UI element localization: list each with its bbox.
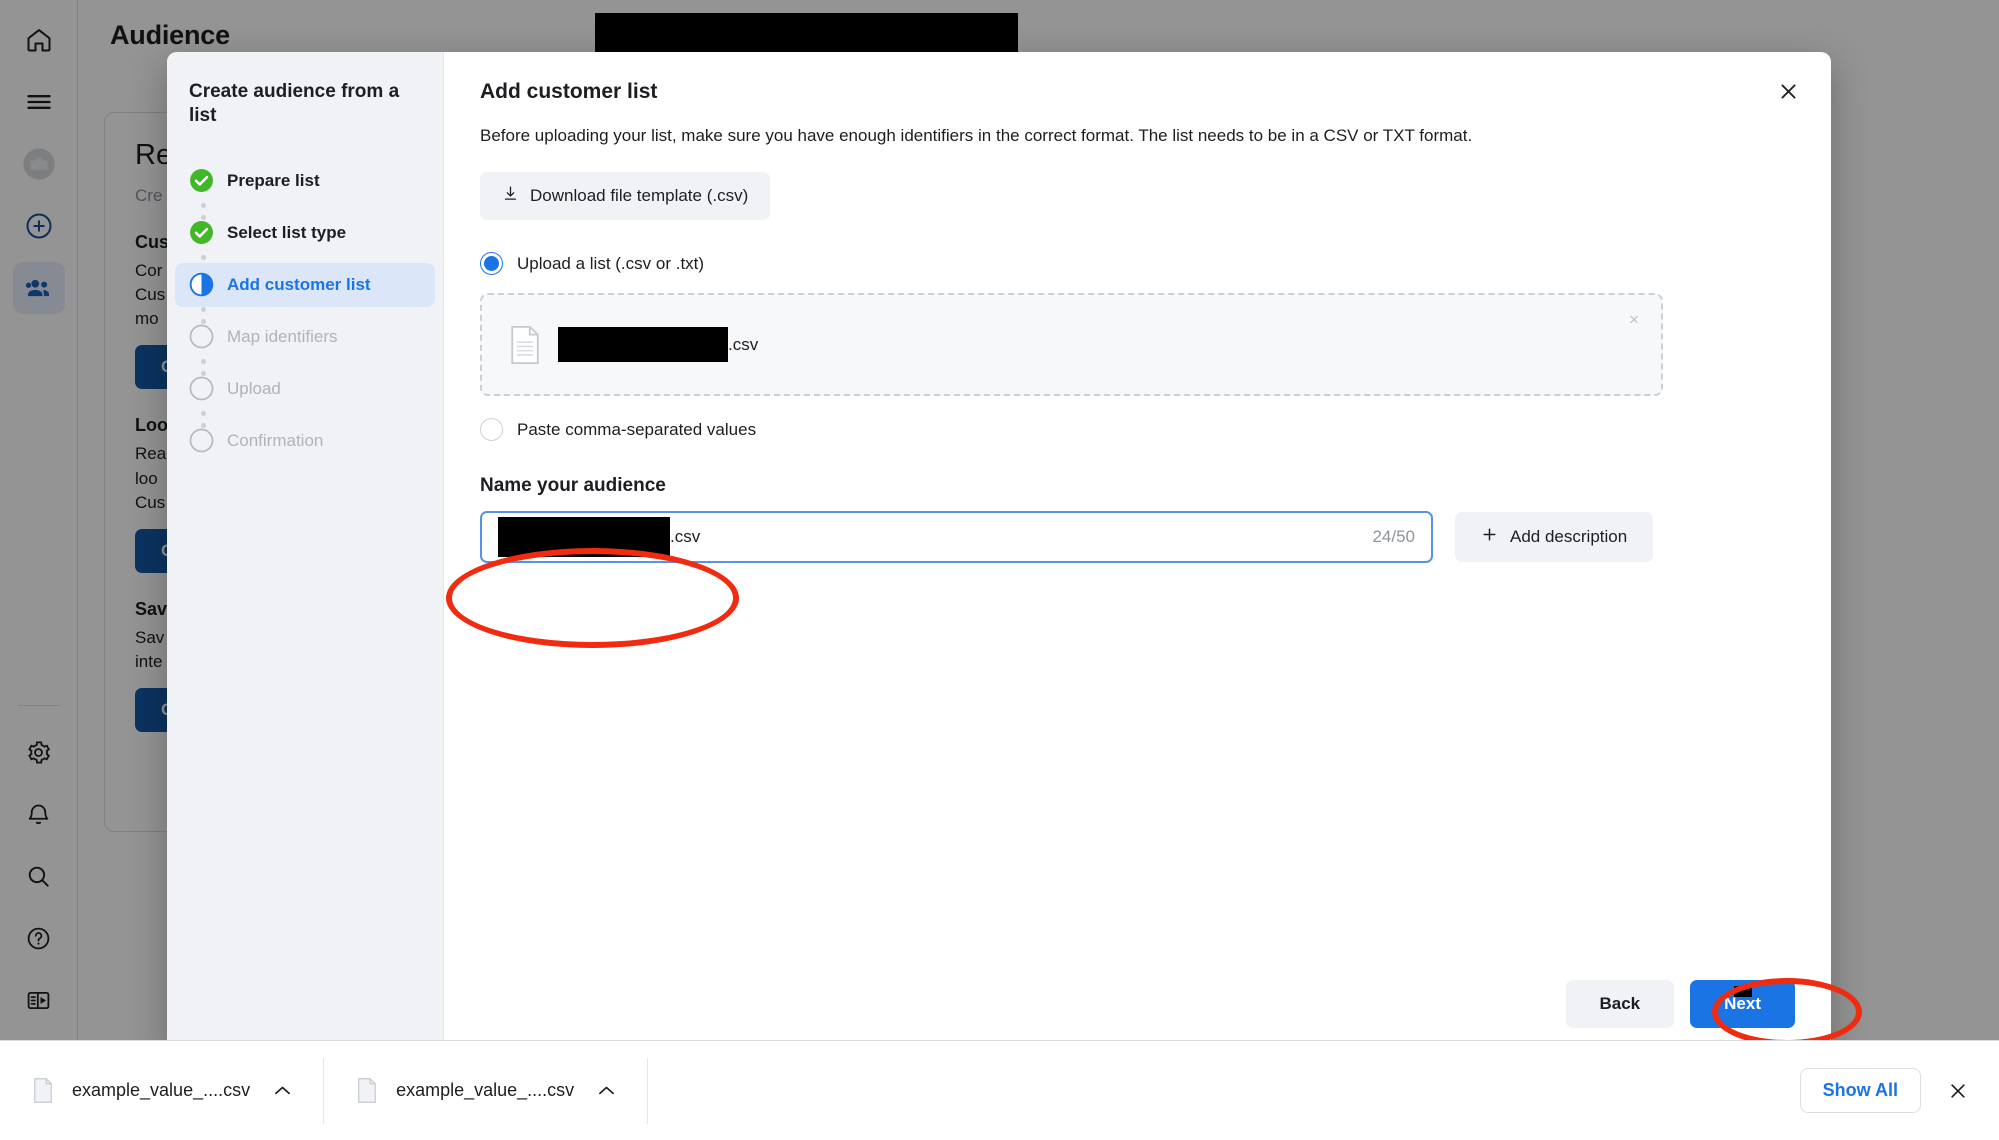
step-add-customer-list[interactable]: Add customer list bbox=[175, 263, 435, 307]
chevron-up-icon[interactable] bbox=[274, 1081, 291, 1101]
redaction-block bbox=[1734, 986, 1752, 997]
add-description-label: Add description bbox=[1510, 527, 1627, 547]
download-template-label: Download file template (.csv) bbox=[530, 186, 748, 206]
step-label: Select list type bbox=[227, 223, 346, 243]
name-audience-row: .csv 24/50 Add description bbox=[480, 511, 1795, 563]
option-paste-values[interactable]: Paste comma-separated values bbox=[480, 418, 1795, 441]
step-upload[interactable]: Upload bbox=[167, 367, 443, 411]
step-pending-icon bbox=[189, 324, 214, 349]
dialog-title: Add customer list bbox=[480, 80, 1795, 104]
download-file-template-button[interactable]: Download file template (.csv) bbox=[480, 172, 770, 220]
download-icon bbox=[502, 184, 519, 208]
file-document-icon bbox=[508, 325, 542, 365]
chevron-up-icon[interactable] bbox=[598, 1081, 615, 1101]
stepper-list: Prepare list Select list type bbox=[167, 159, 443, 463]
step-select-list-type[interactable]: Select list type bbox=[167, 211, 443, 255]
uploaded-file-name: .csv bbox=[558, 327, 758, 362]
step-pending-icon bbox=[189, 376, 214, 401]
step-label: Prepare list bbox=[227, 171, 320, 191]
file-document-icon bbox=[32, 1077, 54, 1104]
step-label: Add customer list bbox=[227, 275, 371, 295]
screen-root: Audience Re Cre Cus Cor Cus mo C Loo Rea… bbox=[0, 0, 1999, 1140]
option-label: Upload a list (.csv or .txt) bbox=[517, 254, 704, 274]
step-complete-icon bbox=[189, 168, 214, 193]
back-button[interactable]: Back bbox=[1566, 980, 1675, 1028]
show-all-button[interactable]: Show All bbox=[1800, 1068, 1921, 1113]
dialog-stepper-sidebar: Create audience from a list Prepare list bbox=[167, 52, 444, 1056]
add-customer-list-dialog: Create audience from a list Prepare list bbox=[167, 52, 1831, 1056]
stepper-title: Create audience from a list bbox=[167, 80, 443, 129]
option-upload-a-list[interactable]: Upload a list (.csv or .txt) bbox=[480, 252, 1795, 275]
step-prepare-list[interactable]: Prepare list bbox=[167, 159, 443, 203]
downloads-bar-actions: Show All bbox=[1800, 1068, 1999, 1113]
file-document-icon bbox=[356, 1077, 378, 1104]
download-file-name: example_value_....csv bbox=[72, 1080, 250, 1101]
step-in-progress-icon bbox=[189, 272, 214, 297]
step-confirmation[interactable]: Confirmation bbox=[167, 419, 443, 463]
dialog-description: Before uploading your list, make sure yo… bbox=[480, 126, 1795, 146]
download-item[interactable]: example_value_....csv bbox=[0, 1058, 324, 1124]
step-label: Upload bbox=[227, 379, 281, 399]
add-description-button[interactable]: Add description bbox=[1455, 512, 1653, 562]
redaction-block bbox=[498, 517, 670, 557]
downloads-bar: example_value_....csv example_value_....… bbox=[0, 1040, 1999, 1140]
next-button[interactable]: Next bbox=[1690, 980, 1795, 1028]
download-file-name: example_value_....csv bbox=[396, 1080, 574, 1101]
close-icon[interactable] bbox=[1771, 74, 1805, 108]
close-icon[interactable] bbox=[1943, 1076, 1973, 1106]
radio-upload-list[interactable] bbox=[480, 252, 503, 275]
remove-file-button[interactable]: × bbox=[1623, 309, 1645, 331]
download-item[interactable]: example_value_....csv bbox=[324, 1058, 648, 1124]
audience-name-input[interactable]: .csv 24/50 bbox=[480, 511, 1433, 563]
redaction-block bbox=[558, 327, 728, 362]
character-counter: 24/50 bbox=[1372, 527, 1415, 547]
name-audience-heading: Name your audience bbox=[480, 475, 1795, 497]
audience-name-value: .csv bbox=[498, 517, 700, 557]
option-label: Paste comma-separated values bbox=[517, 420, 756, 440]
radio-paste-values[interactable] bbox=[480, 418, 503, 441]
dialog-content: Add customer list Before uploading your … bbox=[444, 52, 1831, 1056]
step-label: Confirmation bbox=[227, 431, 323, 451]
top-redaction-bar bbox=[595, 13, 1018, 57]
name-suffix: .csv bbox=[670, 527, 700, 547]
step-pending-icon bbox=[189, 428, 214, 453]
step-map-identifiers[interactable]: Map identifiers bbox=[167, 315, 443, 359]
file-dropzone[interactable]: .csv × bbox=[480, 293, 1663, 396]
plus-icon bbox=[1481, 526, 1498, 548]
file-extension: .csv bbox=[728, 335, 758, 355]
step-complete-icon bbox=[189, 220, 214, 245]
step-label: Map identifiers bbox=[227, 327, 338, 347]
